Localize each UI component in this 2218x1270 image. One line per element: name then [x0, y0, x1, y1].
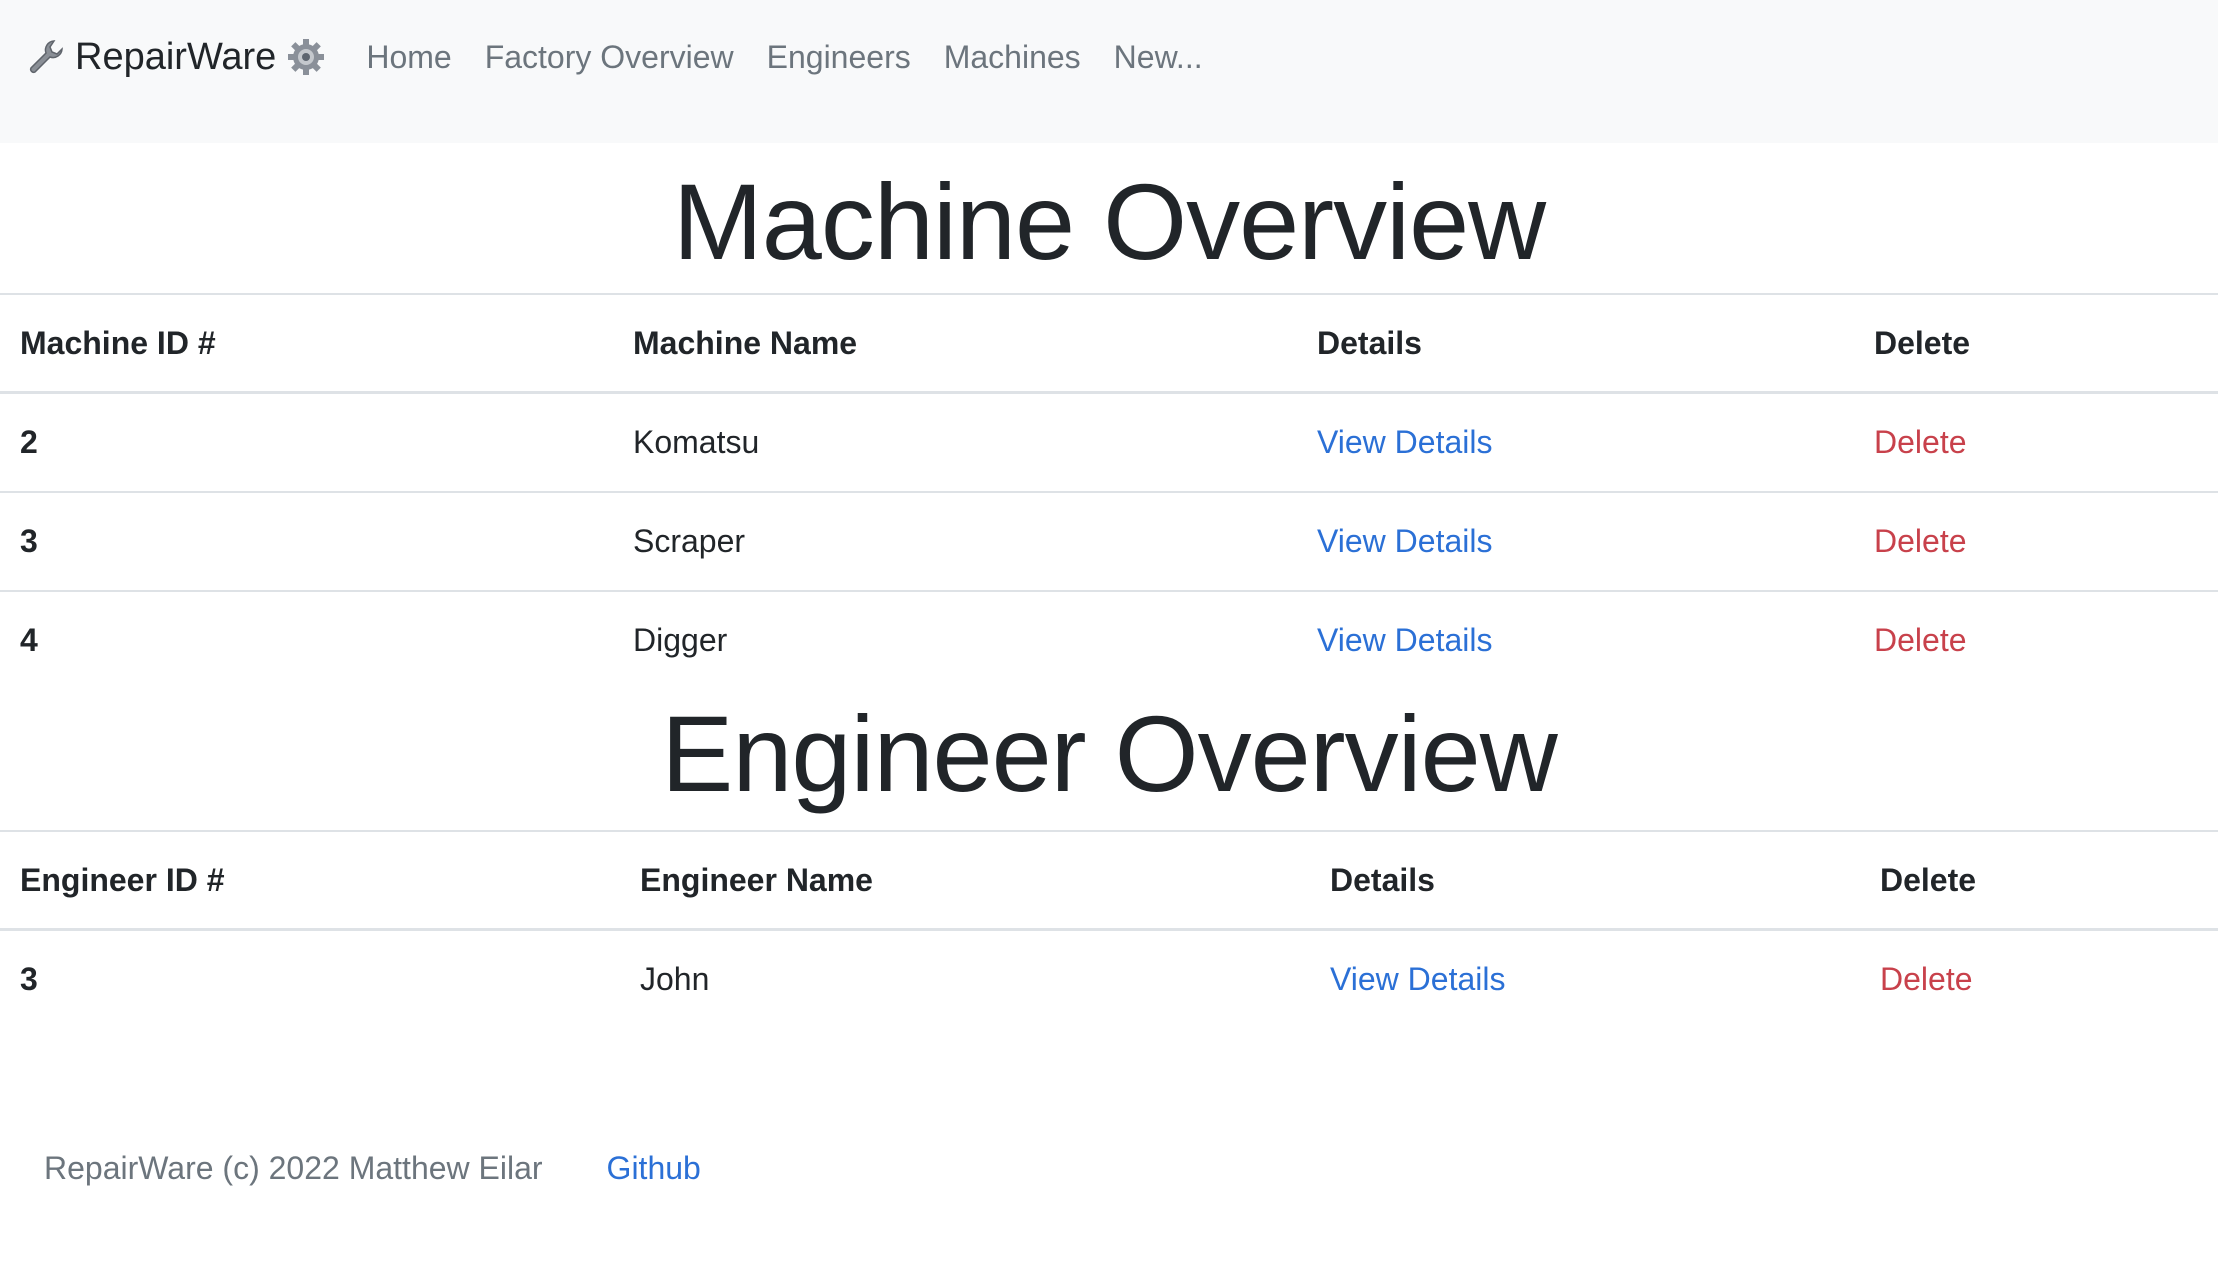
- engineer-id-header: Engineer ID #: [0, 830, 620, 931]
- delete-link[interactable]: Delete: [1874, 523, 1967, 559]
- gear-icon: [286, 37, 326, 77]
- delete-link[interactable]: Delete: [1874, 424, 1967, 460]
- machine-id: 4: [20, 622, 38, 658]
- view-details-link[interactable]: View Details: [1317, 424, 1492, 460]
- view-details-link[interactable]: View Details: [1317, 523, 1492, 559]
- nav-links: Home Factory Overview Engineers Machines…: [366, 0, 1235, 114]
- table-row: 3 Scraper View Details Delete: [0, 492, 2218, 592]
- wrench-icon: [27, 38, 65, 76]
- engineer-details-header: Details: [1310, 830, 1860, 931]
- machine-details-cell: View Details: [1297, 591, 1854, 689]
- github-link[interactable]: Github: [607, 1150, 701, 1187]
- nav-new[interactable]: New...: [1114, 39, 1203, 76]
- delete-link[interactable]: Delete: [1880, 961, 1973, 997]
- machine-delete-header: Delete: [1854, 293, 2218, 394]
- engineer-overview-title: Engineer Overview: [661, 693, 1557, 814]
- table-row: 2 Komatsu View Details Delete: [0, 392, 2218, 493]
- machine-delete-cell: Delete: [1854, 392, 2218, 493]
- table-row: 4 Digger View Details Delete: [0, 591, 2218, 689]
- navbar: RepairWare Home Factory Overview Enginee…: [0, 0, 2218, 143]
- machine-details-cell: View Details: [1297, 392, 1854, 493]
- engineer-delete-cell: Delete: [1860, 930, 2218, 1029]
- delete-link[interactable]: Delete: [1874, 622, 1967, 658]
- nav-engineers[interactable]: Engineers: [767, 39, 911, 76]
- engineer-table: Engineer ID # Engineer Name Details Dele…: [0, 830, 2218, 1028]
- machine-id: 2: [0, 392, 613, 493]
- view-details-link[interactable]: View Details: [1330, 961, 1505, 997]
- footer: RepairWare (c) 2022 Matthew Eilar Github: [44, 1150, 701, 1187]
- machine-name: Scraper: [613, 492, 1297, 592]
- machine-name: Digger: [633, 622, 728, 658]
- engineer-name: John: [640, 961, 710, 997]
- machine-table-header: Machine ID # Machine Name Details Delete: [0, 293, 2218, 394]
- machine-delete-cell: Delete: [1854, 492, 2218, 592]
- engineer-details-cell: View Details: [1310, 930, 1860, 1029]
- machine-details-header: Details: [1297, 293, 1854, 394]
- brand-name: RepairWare: [75, 35, 277, 78]
- nav-factory-overview[interactable]: Factory Overview: [485, 39, 734, 76]
- engineer-table-header: Engineer ID # Engineer Name Details Dele…: [0, 830, 2218, 931]
- machine-name: Komatsu: [613, 392, 1297, 493]
- machine-delete-cell: Delete: [1854, 591, 2218, 689]
- engineer-name-header: Engineer Name: [620, 830, 1310, 931]
- machine-details-cell: View Details: [1297, 492, 1854, 592]
- machine-overview-title: Machine Overview: [672, 161, 1546, 282]
- machine-name-header: Machine Name: [613, 293, 1297, 394]
- nav-home[interactable]: Home: [366, 39, 451, 76]
- view-details-link[interactable]: View Details: [1317, 622, 1492, 658]
- machine-id-header: Machine ID #: [0, 293, 613, 394]
- machine-id: 3: [0, 492, 613, 592]
- nav-machines[interactable]: Machines: [944, 39, 1081, 76]
- table-row: 3 John View Details Delete: [0, 930, 2218, 1029]
- copyright-text: RepairWare (c) 2022 Matthew Eilar: [44, 1150, 543, 1186]
- brand-link[interactable]: RepairWare: [27, 0, 326, 114]
- engineer-id: 3: [20, 961, 38, 997]
- machine-table: Machine ID # Machine Name Details Delete…: [0, 293, 2218, 689]
- engineer-delete-header: Delete: [1860, 830, 2218, 931]
